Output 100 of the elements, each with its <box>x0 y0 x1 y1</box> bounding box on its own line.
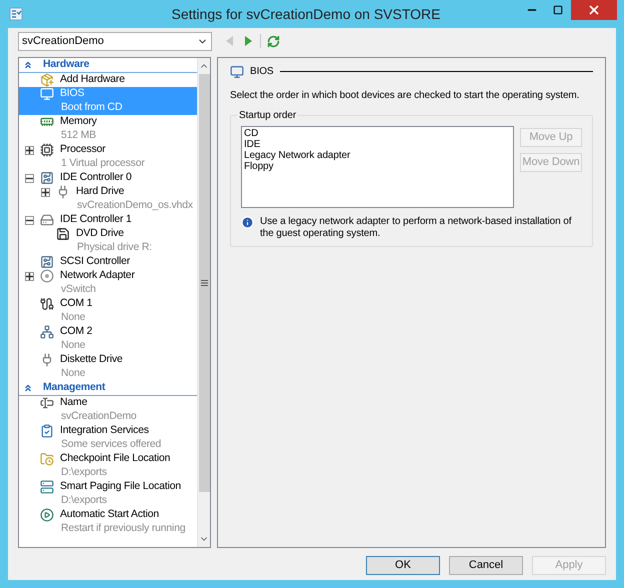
item-detail: D:\exports <box>61 493 107 508</box>
tree-item[interactable]: IDE Controller 1 <box>19 213 197 227</box>
tree-item[interactable]: Name svCreationDemo <box>19 396 197 424</box>
item-label: Hard Drive <box>76 184 124 200</box>
item-label: SCSI Controller <box>60 254 130 270</box>
plus-icon <box>42 188 49 196</box>
network-icon <box>40 325 54 339</box>
item-detail: Boot from CD <box>61 100 122 116</box>
server-icon <box>40 480 54 494</box>
section-header[interactable]: Hardware <box>19 58 197 73</box>
item-label: COM 1 <box>60 296 92 312</box>
cable-icon <box>40 297 54 311</box>
tree-item[interactable]: Integration Services Some services offered <box>19 424 197 452</box>
item-label: BIOS <box>60 86 84 102</box>
item-detail: svCreationDemo <box>61 409 136 424</box>
item-label: IDE Controller 1 <box>60 212 132 228</box>
plug-icon <box>40 353 54 367</box>
forward-button[interactable] <box>244 35 254 47</box>
boot-device[interactable]: Floppy <box>244 161 511 172</box>
item-label: Network Adapter <box>60 268 135 284</box>
collapse-icon[interactable] <box>23 383 33 393</box>
tree-item[interactable]: IDE Controller 0 <box>19 171 197 185</box>
item-label: IDE Controller 0 <box>60 170 132 186</box>
item-detail: 1 Virtual processor <box>61 156 145 172</box>
group-legend: Startup order <box>237 108 298 123</box>
info-text: Use a legacy network adapter to perform a network-based installation of the guest operating system. <box>260 216 572 240</box>
item-label: Name <box>60 395 88 410</box>
hard-drive-icon <box>40 213 54 227</box>
collapse-toggle[interactable] <box>25 174 34 182</box>
close-icon <box>587 3 601 17</box>
expand-toggle[interactable] <box>41 188 50 196</box>
tree-item[interactable]: DVD Drive Physical drive R: <box>19 227 197 255</box>
item-detail: Some services offered <box>61 437 162 452</box>
item-label: Integration Services <box>60 423 149 438</box>
plus-icon <box>26 146 33 154</box>
boot-device[interactable]: IDE <box>244 139 511 150</box>
tree-item[interactable]: COM 2 None <box>19 325 197 353</box>
item-label: Automatic Start Action <box>60 507 159 522</box>
item-label: Checkpoint File Location <box>60 451 170 466</box>
grip-icon <box>200 280 208 286</box>
item-label: COM 2 <box>60 324 92 340</box>
tree-item[interactable]: Memory 512 MB <box>19 115 197 143</box>
dialog-button[interactable]: OK <box>366 556 440 575</box>
tree-item[interactable]: SCSI Controller <box>19 255 197 269</box>
close-button[interactable] <box>571 0 617 20</box>
refresh-button[interactable] <box>267 34 280 48</box>
item-detail: D:\exports <box>61 465 107 480</box>
monitor-icon <box>230 64 244 78</box>
disc-icon <box>40 269 54 283</box>
tree-item[interactable]: Add Hardware <box>19 73 197 87</box>
item-label: Processor <box>60 142 106 158</box>
item-detail: vSwitch <box>61 282 96 298</box>
plus-icon <box>26 272 33 280</box>
circuit-board-icon <box>40 171 54 185</box>
text-cursor-icon <box>40 396 54 410</box>
item-label: Memory <box>60 114 97 130</box>
info-icon <box>241 216 254 229</box>
tree-item[interactable]: Automatic Start Action Restart if previously running <box>19 508 197 536</box>
boot-device[interactable]: Legacy Network adapter <box>244 150 511 161</box>
item-detail: Restart if previously running <box>61 521 186 536</box>
item-detail: None <box>61 366 86 382</box>
item-detail: 512 MB <box>61 128 96 144</box>
monitor-icon <box>40 87 54 101</box>
boot-order-list[interactable]: CD IDE Legacy Network adapter Floppy <box>241 126 514 208</box>
collapse-toggle[interactable] <box>25 216 34 224</box>
window-title: Settings for svCreationDemo on SVSTORE <box>172 4 440 24</box>
maximize-icon <box>553 5 563 15</box>
dialog-button[interactable]: Cancel <box>449 556 523 575</box>
item-label: Add Hardware <box>60 72 125 88</box>
item-detail: Physical drive R: <box>77 240 152 256</box>
chip-icon <box>40 143 54 157</box>
tree-item[interactable]: Network Adapter vSwitch <box>19 269 197 297</box>
plug-icon <box>56 185 70 199</box>
memory-stick-icon <box>40 115 54 129</box>
item-detail: None <box>61 338 86 354</box>
package-plus-icon <box>40 73 54 87</box>
settings-window-icon <box>9 7 23 21</box>
item-detail: svCreationDemo_os.vhdx <box>77 198 193 214</box>
expand-toggle[interactable] <box>25 146 34 154</box>
tree-item[interactable]: Diskette Drive None <box>19 353 197 381</box>
expand-toggle[interactable] <box>25 272 34 280</box>
item-label: DVD Drive <box>76 226 124 242</box>
section-heading: BIOS <box>250 65 274 79</box>
tree-item[interactable]: Smart Paging File Location D:\exports <box>19 480 197 508</box>
scroll-thumb[interactable] <box>198 74 210 492</box>
section-header[interactable]: Management <box>19 381 197 396</box>
tree-item[interactable]: Checkpoint File Location D:\exports <box>19 452 197 480</box>
play-icon <box>40 508 54 522</box>
boot-device[interactable]: CD <box>244 128 511 139</box>
vm-dropdown[interactable]: svCreationDemo <box>18 32 212 50</box>
tree-item[interactable]: Processor 1 Virtual processor <box>19 143 197 171</box>
item-label: Smart Paging File Location <box>60 479 181 494</box>
collapse-icon[interactable] <box>23 60 33 70</box>
circuit-board-icon <box>40 255 54 269</box>
description-text: Select the order in which boot devices are checked to start the operating system. <box>230 89 580 103</box>
item-detail: None <box>61 310 86 326</box>
tree-item[interactable]: COM 1 None <box>19 297 197 325</box>
clipboard-check-icon <box>40 424 54 438</box>
tree-item[interactable]: Hard Drive svCreationDemo_os.vhdx <box>19 185 197 213</box>
item-label: Diskette Drive <box>60 352 123 368</box>
